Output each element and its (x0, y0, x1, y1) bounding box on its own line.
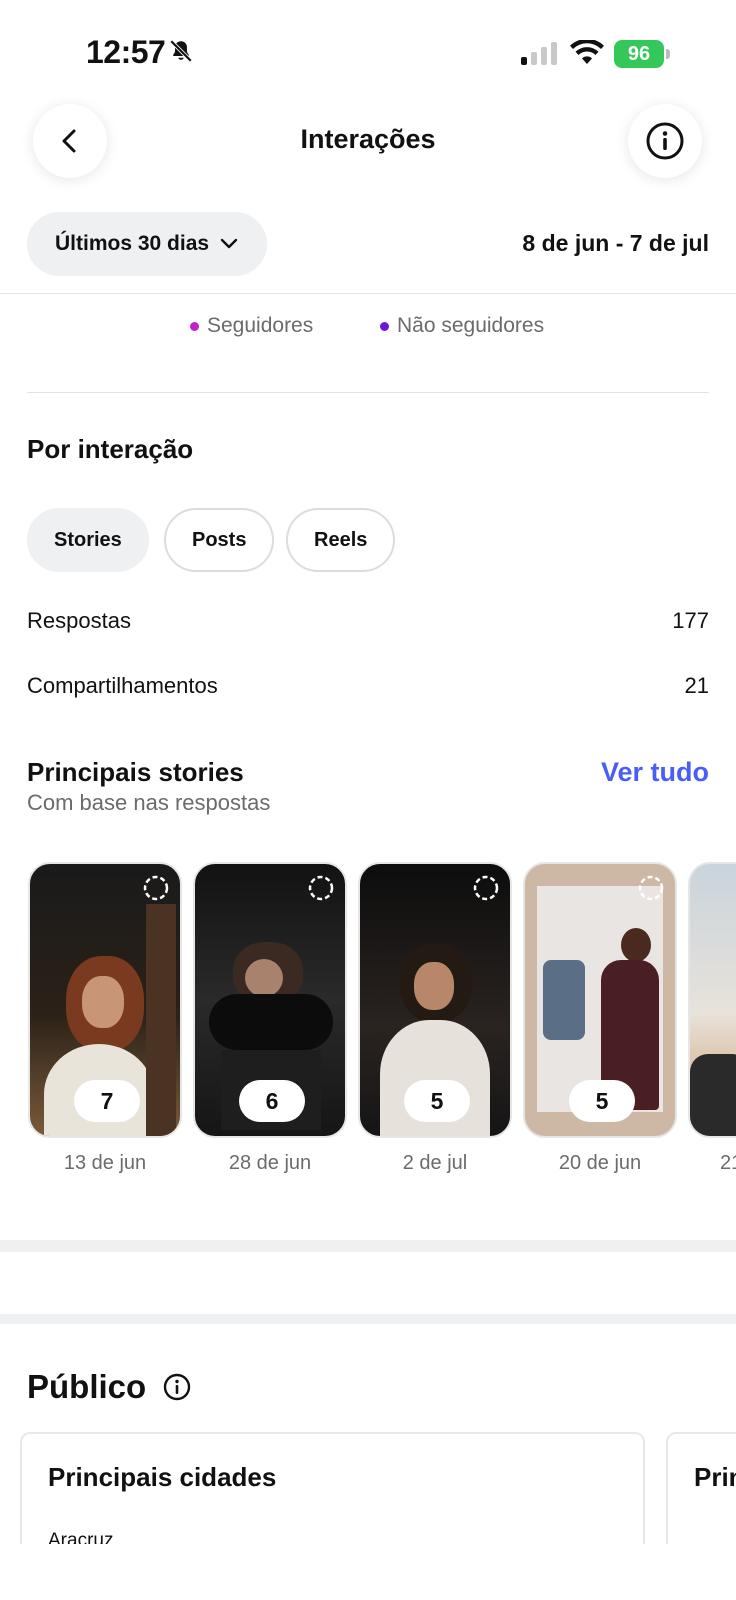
story-card[interactable]: 5 2 de jul (358, 862, 512, 1175)
date-range-dropdown[interactable]: Últimos 30 dias (27, 212, 268, 276)
legend-dot (380, 321, 389, 331)
story-date: 2 de jul (402, 1152, 468, 1174)
legend-item-non-followers: Não seguidores (380, 314, 544, 338)
signal-icon (521, 42, 557, 65)
info-icon[interactable] (162, 1372, 192, 1402)
public-title: Público (27, 1368, 147, 1405)
legend-item-followers: Seguidores (190, 314, 313, 338)
date-range-row: Últimos 30 dias 8 de jun - 7 de jul (0, 210, 736, 276)
bell-slash-icon (169, 39, 193, 63)
status-bar: 12:57 96 (0, 0, 736, 100)
metric-label: Compartilhamentos (27, 673, 218, 698)
tab-reels[interactable]: Reels (286, 508, 396, 572)
info-button[interactable] (628, 104, 702, 178)
divider (27, 392, 709, 393)
metric-label: Respostas (27, 608, 131, 633)
section-separator (0, 1314, 736, 1324)
story-card[interactable]: 6 28 de jun (193, 862, 347, 1175)
story-thumbnail: 7 (28, 862, 182, 1138)
story-date: 20 de jun (558, 1152, 642, 1174)
legend-label: Não seguidores (397, 314, 545, 337)
chevron-down-icon (220, 238, 238, 249)
story-count-badge: 6 (239, 1080, 305, 1122)
loading-ring-icon (308, 875, 334, 901)
top-stories-subtitle: Com base nas respostas (27, 790, 271, 815)
legend-label: Seguidores (207, 314, 314, 337)
date-range-label: Últimos 30 dias (55, 232, 210, 255)
see-all-link[interactable]: Ver tudo (601, 757, 709, 788)
card-title: Principais cidades (48, 1462, 277, 1492)
metric-value: 21 (684, 673, 709, 698)
card-title: Prin (694, 1462, 736, 1492)
story-date: 28 de jun (228, 1152, 312, 1174)
info-icon (646, 122, 684, 160)
divider (0, 293, 736, 294)
header: Interações (0, 100, 736, 182)
tab-stories[interactable]: Stories (27, 508, 149, 572)
tab-posts[interactable]: Posts (164, 508, 275, 572)
story-thumbnail (688, 862, 736, 1138)
top-stories-title: Principais stories (27, 757, 244, 787)
public-section-header: Público (27, 1368, 192, 1406)
metric-value: 177 (672, 608, 709, 633)
section-separator (0, 1240, 736, 1252)
story-date: 13 de jun (63, 1152, 147, 1174)
metric-row-replies: Respostas 177 (27, 608, 709, 640)
story-date: 21 (720, 1152, 736, 1174)
status-time: 12:57 (86, 34, 166, 70)
story-card[interactable]: 7 13 de jun (28, 862, 182, 1175)
story-thumbnail: 5 (523, 862, 677, 1138)
story-count-badge: 5 (569, 1080, 635, 1122)
story-count-badge: 7 (74, 1080, 140, 1122)
section-title-by-interaction: Por interação (27, 434, 194, 464)
battery-charging-icon: 96 (614, 40, 670, 68)
page-title: Interações (300, 124, 436, 154)
bottom-safe-area (0, 1544, 736, 1600)
date-range-dates: 8 de jun - 7 de jul (522, 230, 709, 256)
story-thumbnail: 5 (358, 862, 512, 1138)
legend-dot (190, 321, 199, 331)
loading-ring-icon (638, 875, 664, 901)
battery-level: 96 (614, 40, 664, 68)
loading-ring-icon (143, 875, 169, 901)
wifi-icon (570, 40, 604, 64)
loading-ring-icon (473, 875, 499, 901)
story-thumbnail: 6 (193, 862, 347, 1138)
chart-legend: Seguidores Não seguidores (0, 314, 736, 344)
metric-row-shares: Compartilhamentos 21 (27, 673, 709, 705)
story-count-badge: 5 (404, 1080, 470, 1122)
story-card[interactable]: 21 (688, 862, 736, 1175)
story-card[interactable]: 5 20 de jun (523, 862, 677, 1175)
top-stories-carousel[interactable]: 7 13 de jun 6 28 de jun 5 2 de jul 5 20 … (0, 862, 736, 1182)
